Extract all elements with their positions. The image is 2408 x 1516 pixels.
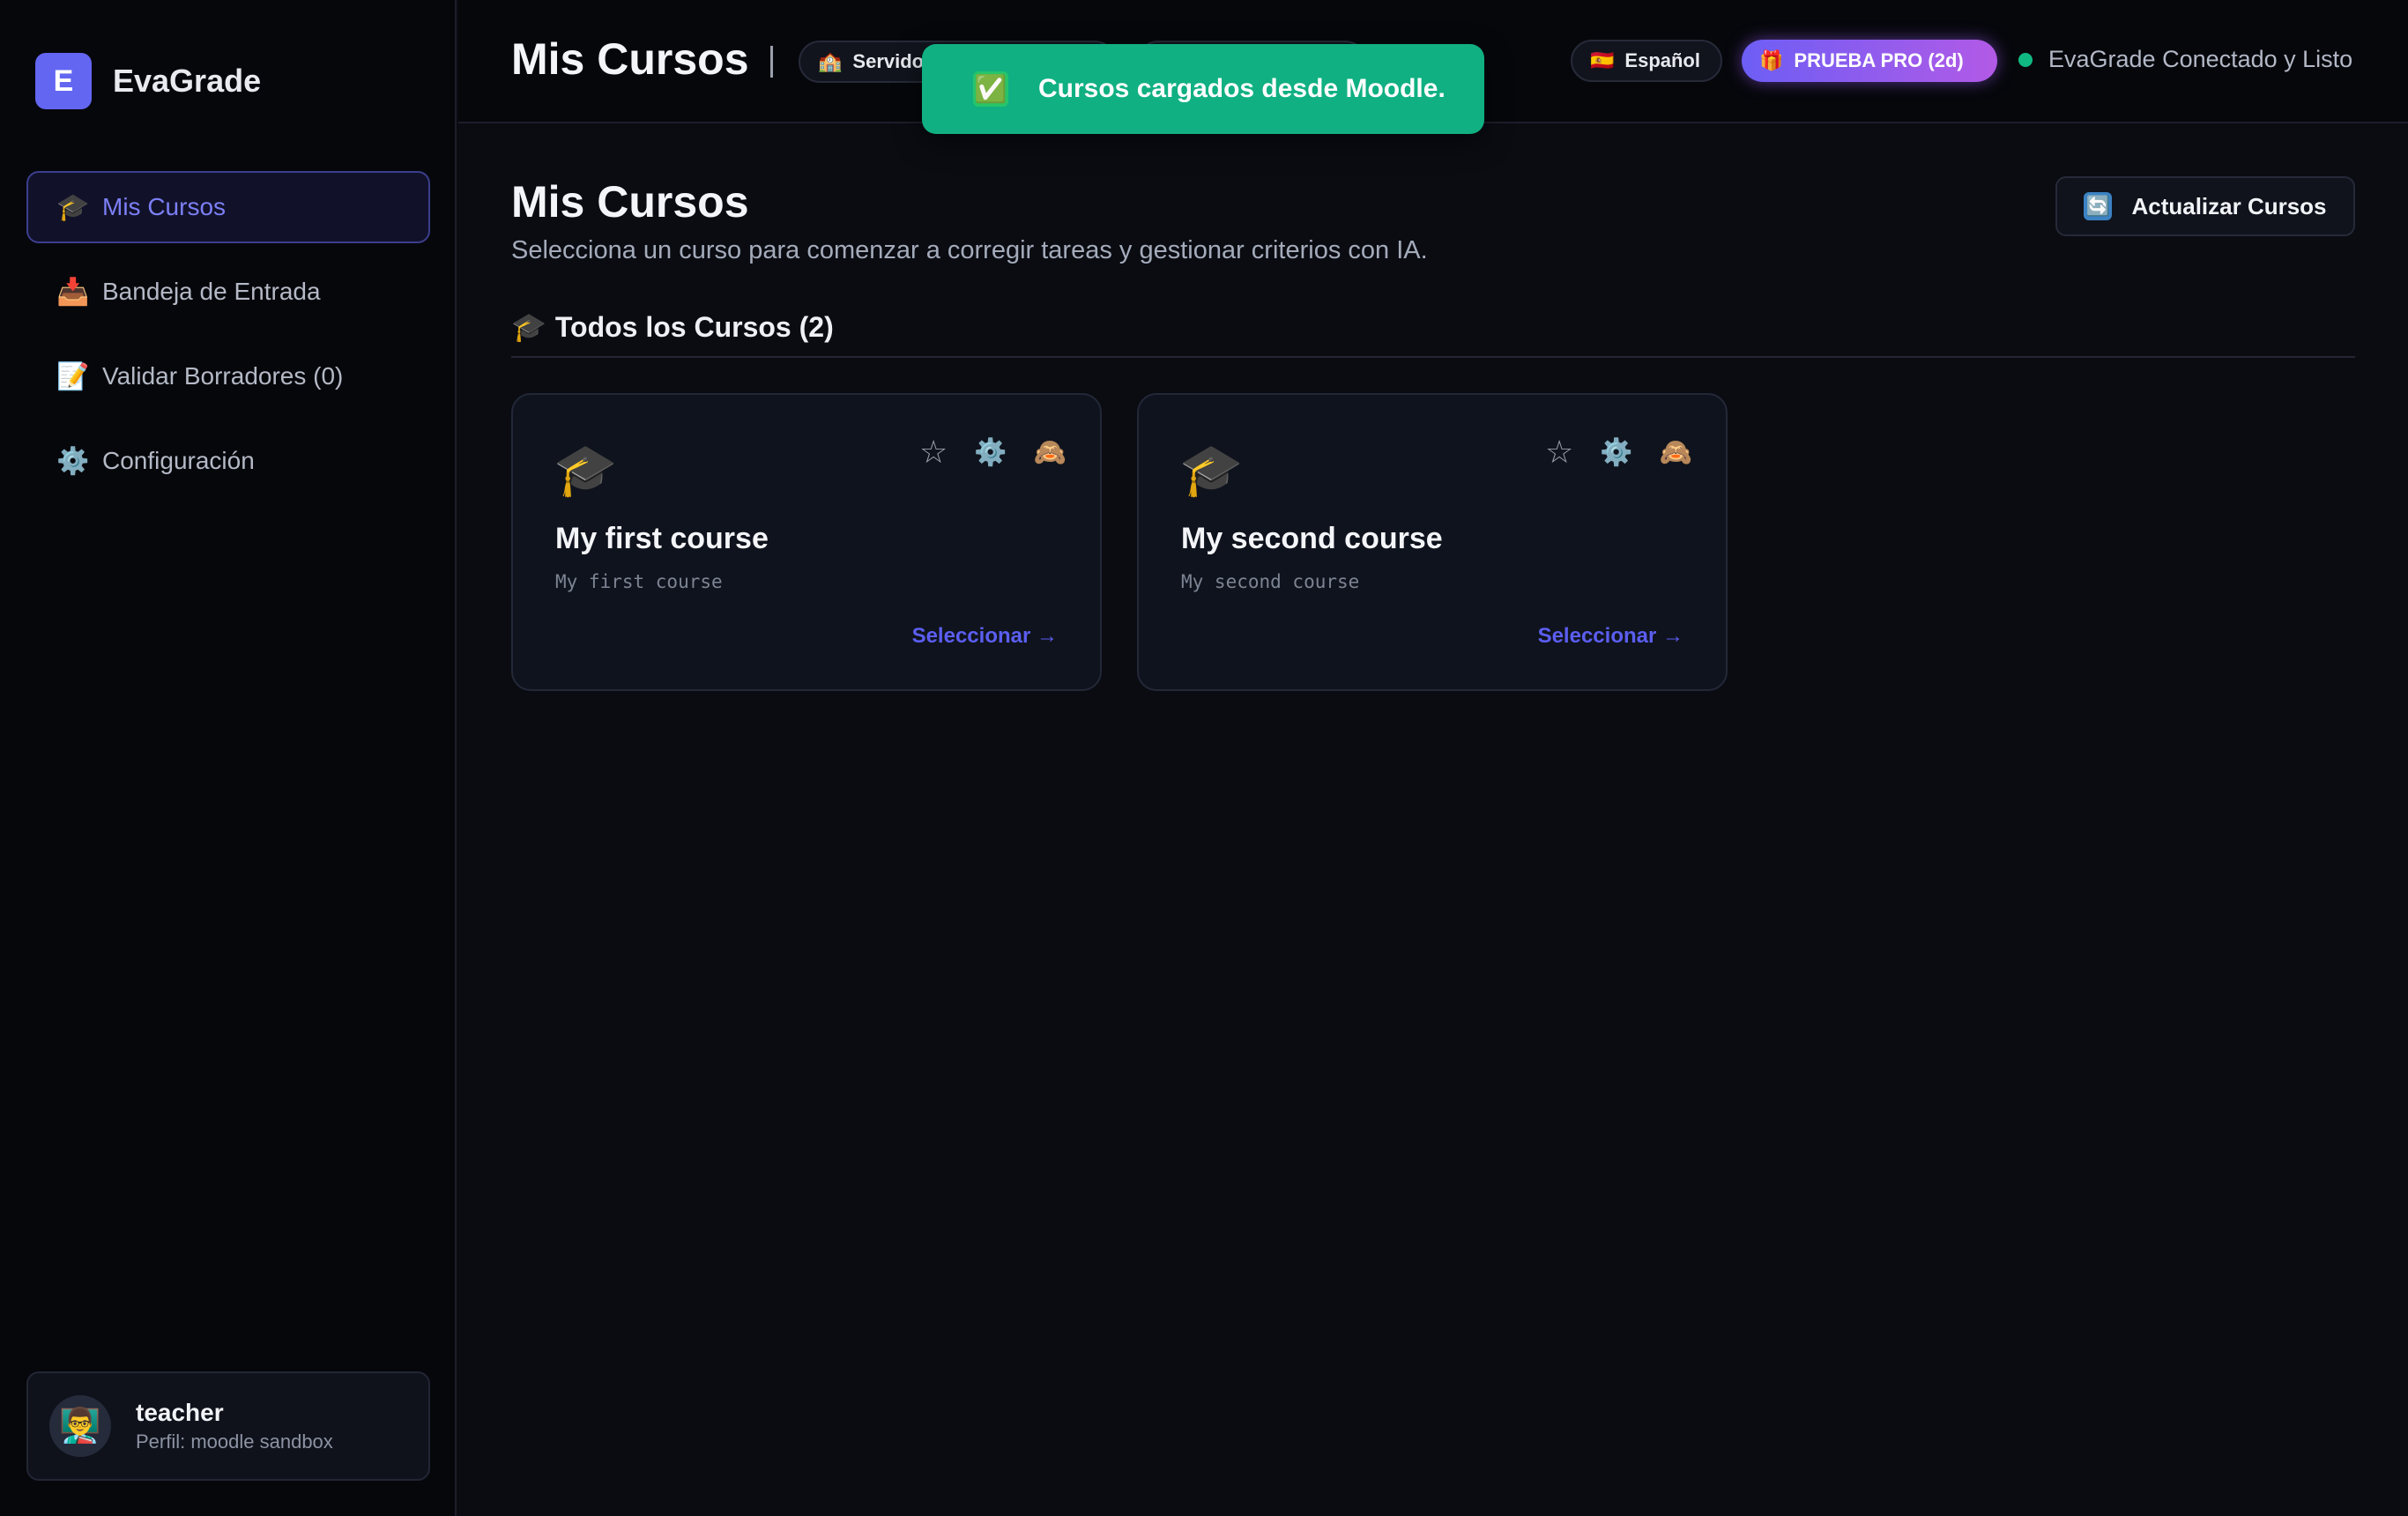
sidebar-item-validar-borradores[interactable]: 📝 Validar Borradores (0) <box>26 340 430 412</box>
course-title: My first course <box>555 522 769 555</box>
course-card[interactable]: 🎓 ☆ ⚙️ 🙈 My second course My second cour… <box>1137 393 1728 691</box>
course-shortname: My second course <box>1181 571 1360 592</box>
topbar-divider <box>770 46 773 78</box>
connection-status: EvaGrade Conectado y Listo <box>2018 46 2352 73</box>
section-divider <box>511 356 2355 358</box>
app-root: E EvaGrade 🎓 Mis Cursos 📥 Bandeja de Ent… <box>0 0 2408 1516</box>
toast-notification[interactable]: ✅ Cursos cargados desde Moodle. <box>922 44 1484 134</box>
graduation-cap-icon: 🎓 <box>1179 442 1244 499</box>
hide-monkey-icon[interactable]: 🙈 <box>1034 437 1067 468</box>
page-title: Mis Cursos <box>511 177 749 227</box>
course-title: My second course <box>1181 522 1443 555</box>
pro-trial-badge[interactable]: 🎁 PRUEBA PRO (2d) <box>1742 40 1997 82</box>
toast-message: Cursos cargados desde Moodle. <box>1038 74 1446 103</box>
profile-subtitle: Perfil: moodle sandbox <box>136 1431 333 1453</box>
section-title-label: Todos los Cursos (2) <box>554 310 834 343</box>
sidebar-item-label: Configuración <box>102 447 255 474</box>
graduation-cap-icon: 🎓 <box>511 311 546 343</box>
pro-trial-label: PRUEBA PRO (2d) <box>1794 49 1964 71</box>
select-course-link[interactable]: Seleccionar → <box>1538 624 1683 649</box>
section-title: 🎓 Todos los Cursos (2) <box>511 310 834 344</box>
favorite-star-icon[interactable]: ☆ <box>1545 434 1573 471</box>
user-profile-card[interactable]: 👨‍🏫 teacher Perfil: moodle sandbox <box>26 1371 430 1481</box>
gear-icon: ⚙️ <box>56 446 90 476</box>
refresh-courses-button[interactable]: 🔄 Actualizar Cursos <box>2055 176 2355 236</box>
hide-monkey-icon[interactable]: 🙈 <box>1660 437 1692 468</box>
brand[interactable]: E EvaGrade <box>35 53 261 109</box>
sidebar-item-mis-cursos[interactable]: 🎓 Mis Cursos <box>26 171 430 243</box>
graduation-cap-icon: 🎓 <box>56 192 90 222</box>
brand-logo: E <box>35 53 92 109</box>
refresh-courses-label: Actualizar Cursos <box>2131 192 2327 219</box>
topbar-title: Mis Cursos <box>511 34 749 84</box>
language-label: Español <box>1624 49 1700 71</box>
status-label: EvaGrade Conectado y Listo <box>2048 46 2353 72</box>
avatar: 👨‍🏫 <box>49 1395 111 1457</box>
card-actions: ☆ ⚙️ 🙈 <box>893 434 1067 471</box>
sidebar-item-label: Validar Borradores (0) <box>102 362 344 390</box>
select-course-link[interactable]: Seleccionar → <box>912 624 1058 649</box>
card-actions: ☆ ⚙️ 🙈 <box>1519 434 1692 471</box>
sidebar-item-label: Mis Cursos <box>102 193 227 220</box>
favorite-star-icon[interactable]: ☆ <box>919 434 948 471</box>
gear-icon[interactable]: ⚙️ <box>974 437 1007 468</box>
school-icon: 🏫 <box>818 50 843 72</box>
profile-text: teacher Perfil: moodle sandbox <box>136 1399 333 1453</box>
sidebar-item-configuracion[interactable]: ⚙️ Configuración <box>26 425 430 497</box>
course-shortname: My first course <box>555 571 723 592</box>
server-pill-label: Servidor <box>852 50 932 72</box>
language-selector[interactable]: 🇪🇸 Español <box>1571 40 1722 82</box>
brand-name: EvaGrade <box>113 63 262 99</box>
page-subtitle: Selecciona un curso para comenzar a corr… <box>511 236 1428 264</box>
sidebar-item-label: Bandeja de Entrada <box>102 278 321 305</box>
memo-icon: 📝 <box>56 361 90 391</box>
sidebar-nav: 🎓 Mis Cursos 📥 Bandeja de Entrada 📝 Vali… <box>26 171 430 509</box>
refresh-icon: 🔄 <box>2084 192 2113 220</box>
profile-name: teacher <box>136 1399 224 1426</box>
spain-flag-icon: 🇪🇸 <box>1590 49 1615 71</box>
inbox-icon: 📥 <box>56 277 90 307</box>
status-dot-icon <box>2018 52 2033 67</box>
check-mark-icon: ✅ <box>973 71 1008 107</box>
graduation-cap-icon: 🎓 <box>554 442 618 499</box>
gear-icon[interactable]: ⚙️ <box>1600 437 1632 468</box>
gift-icon: 🎁 <box>1759 49 1784 71</box>
sidebar-item-bandeja[interactable]: 📥 Bandeja de Entrada <box>26 256 430 328</box>
course-card[interactable]: 🎓 ☆ ⚙️ 🙈 My first course My first course… <box>511 393 1102 691</box>
sidebar: E EvaGrade 🎓 Mis Cursos 📥 Bandeja de Ent… <box>0 0 457 1516</box>
